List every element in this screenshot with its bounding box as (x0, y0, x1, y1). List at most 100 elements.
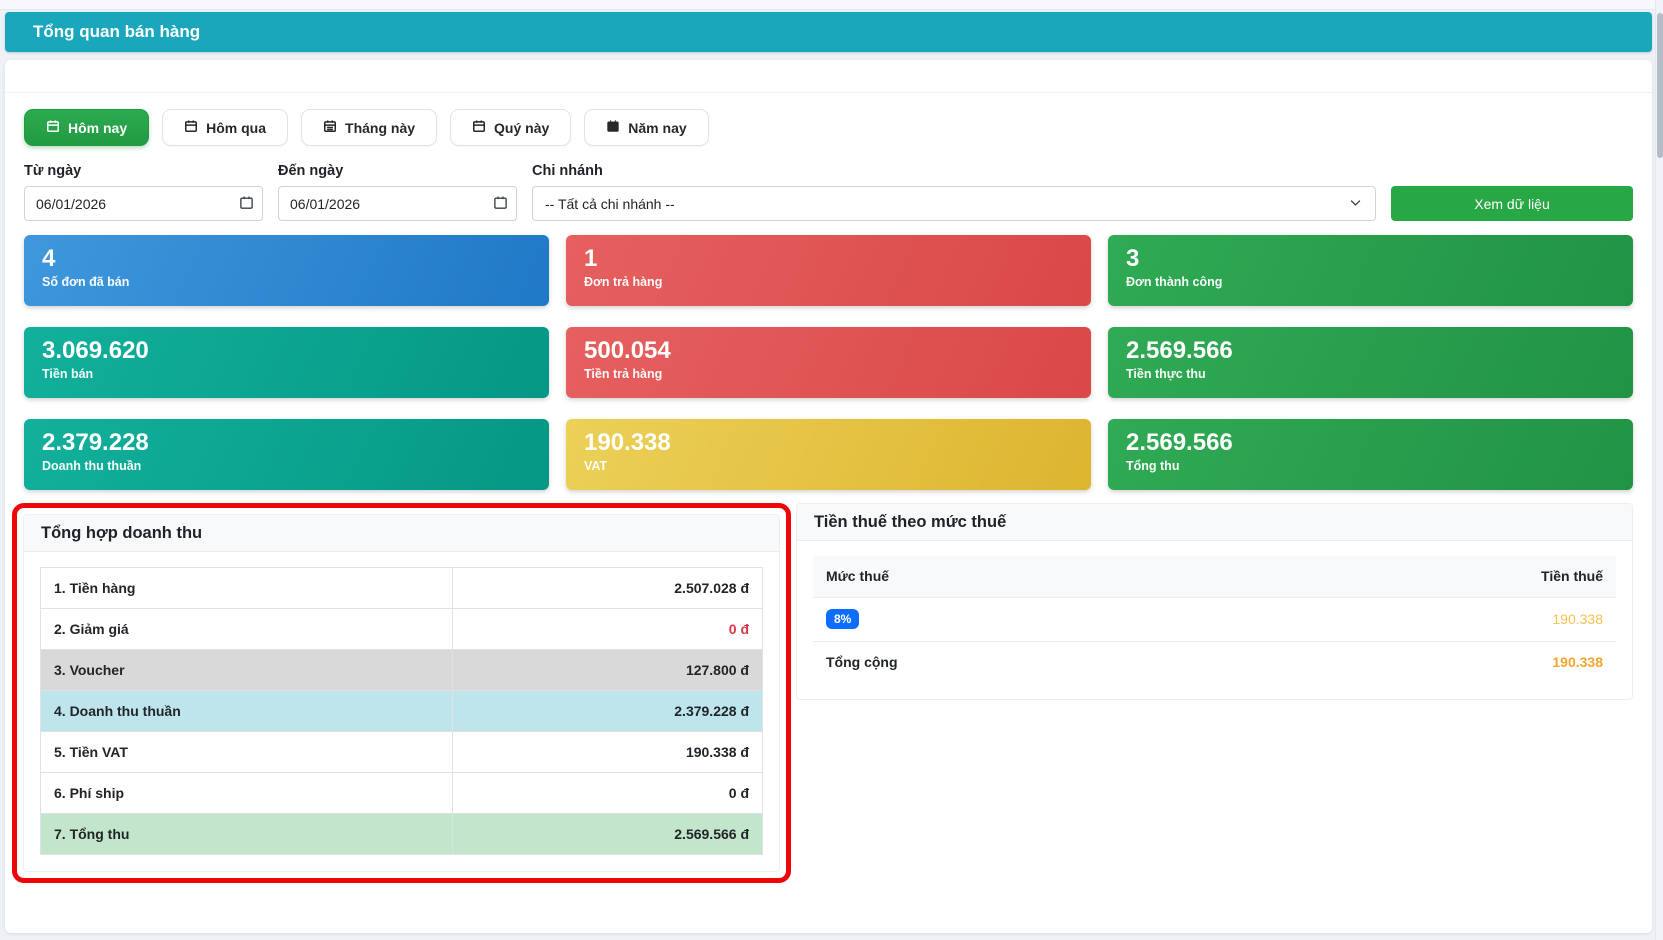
stat-card-tien-tra-hang: 500.054 Tiền trả hàng (566, 327, 1091, 398)
to-date-field (278, 186, 517, 221)
stat-card-vat: 190.338 VAT (566, 419, 1091, 490)
stat-value: 3.069.620 (42, 337, 149, 364)
stat-value: 2.569.566 (1126, 429, 1233, 456)
tax-rate-cell: 8% (813, 597, 1236, 642)
row-value: 2.379.228 đ (451, 690, 764, 732)
branch-label: Chi nhánh (532, 163, 603, 179)
stat-card-don-thanh-cong: 3 Đơn thành công (1108, 235, 1633, 306)
row-label: 3. Voucher (40, 649, 453, 691)
column-header: Tiền thuế (1235, 556, 1616, 598)
row-value: 0 đ (451, 608, 764, 650)
stat-card-tien-thuc-thu: 2.569.566 Tiền thực thu (1108, 327, 1633, 398)
stat-label: Tiền bán (42, 367, 94, 381)
tax-table: Mức thuế Tiền thuế 8% 190.338 Tổng cộng (813, 556, 1616, 683)
stat-value: 4 (42, 245, 56, 272)
table-row: 7. Tổng thu 2.569.566 đ (40, 813, 764, 855)
scrollbar-thumb[interactable] (1657, 13, 1663, 158)
stat-card-tong-thu: 2.569.566 Tổng thu (1108, 419, 1633, 490)
stat-card-tien-ban: 3.069.620 Tiền bán (24, 327, 549, 398)
tax-total-label: Tổng cộng (826, 654, 898, 671)
stat-value: 2.379.228 (42, 429, 149, 456)
stat-value: 3 (1126, 245, 1140, 272)
tax-total-row: Tổng cộng 190.338 (813, 641, 1616, 683)
stat-label: Tiền trả hàng (584, 367, 663, 381)
from-date-input[interactable] (24, 186, 263, 221)
scrollbar[interactable] (1655, 0, 1663, 940)
revenue-summary-header: Tổng hợp doanh thu (24, 515, 779, 552)
view-data-button[interactable]: Xem dữ liệu (1391, 186, 1633, 221)
row-value: 2.507.028 đ (451, 567, 764, 609)
from-date-field (24, 186, 263, 221)
stat-value: 1 (584, 245, 598, 272)
tax-panel-header: Tiền thuế theo mức thuế (797, 504, 1632, 541)
stat-value: 2.569.566 (1126, 337, 1233, 364)
stat-label: Đơn thành công (1126, 275, 1223, 289)
revenue-summary-title: Tổng hợp doanh thu (41, 523, 203, 542)
main-card: Hôm nay Hôm qua Tháng này Quý này Năm na… (5, 60, 1652, 933)
row-value: 190.338 đ (451, 731, 764, 773)
table-row: 4. Doanh thu thuần 2.379.228 đ (40, 690, 764, 732)
stat-label: Doanh thu thuần (42, 459, 142, 473)
calendar-picker-icon[interactable] (493, 195, 508, 215)
calendar-icon (606, 119, 620, 136)
card-top-strip (5, 60, 1652, 93)
stat-label: Tổng thu (1126, 459, 1180, 473)
page-title-bar: Tổng quan bán hàng (5, 12, 1652, 52)
tax-panel-body: Mức thuế Tiền thuế 8% 190.338 Tổng cộng (797, 541, 1632, 699)
quick-filter-hom-qua[interactable]: Hôm qua (162, 109, 289, 146)
quick-filter-nam-nay[interactable]: Năm nay (584, 109, 709, 146)
tax-panel: Tiền thuế theo mức thuế Mức thuế Tiền th… (796, 503, 1633, 700)
row-label: 4. Doanh thu thuần (40, 690, 453, 732)
row-label: 2. Giảm giá (40, 608, 453, 650)
table-row: 5. Tiền VAT 190.338 đ (40, 731, 764, 773)
table-row: 3. Voucher 127.800 đ (40, 649, 764, 691)
calendar-icon (184, 119, 198, 136)
calendar-icon (323, 119, 337, 136)
table-row: 8% 190.338 (813, 597, 1616, 642)
bottom-row: Tổng hợp doanh thu 1. Tiền hàng 2.507.02… (12, 503, 1633, 883)
row-label: 1. Tiền hàng (40, 567, 453, 609)
revenue-summary-table: 1. Tiền hàng 2.507.028 đ 2. Giảm giá 0 đ… (40, 567, 764, 855)
row-value: 0 đ (451, 772, 764, 814)
quick-filter-row: Hôm nay Hôm qua Tháng này Quý này Năm na… (24, 109, 1633, 146)
tax-rate-badge: 8% (826, 609, 860, 629)
quick-filter-label: Hôm qua (206, 119, 267, 136)
tax-total-amount: 190.338 (1552, 654, 1603, 671)
quick-filter-hom-nay[interactable]: Hôm nay (24, 109, 150, 146)
row-label: 7. Tổng thu (40, 813, 453, 855)
branch-select-value: -- Tất cả chi nhánh -- (545, 195, 675, 212)
row-label: 5. Tiền VAT (40, 731, 453, 773)
stat-card-don-tra-hang: 1 Đơn trả hàng (566, 235, 1091, 306)
stat-label: VAT (584, 459, 608, 473)
table-row: 1. Tiền hàng 2.507.028 đ (40, 567, 764, 609)
annotation-red-box: Tổng hợp doanh thu 1. Tiền hàng 2.507.02… (12, 503, 791, 883)
quick-filter-label: Tháng này (345, 119, 416, 136)
branch-select[interactable]: -- Tất cả chi nhánh -- (532, 186, 1376, 221)
stat-cards-grid: 4 Số đơn đã bán 1 Đơn trả hàng 3 Đơn thà… (24, 235, 1633, 490)
row-value: 2.569.566 đ (451, 813, 764, 855)
stat-card-doanh-thu-thuan: 2.379.228 Doanh thu thuần (24, 419, 549, 490)
chevron-down-icon (1348, 195, 1363, 213)
calendar-icon (472, 119, 486, 136)
page-title: Tổng quan bán hàng (33, 22, 201, 41)
stat-value: 500.054 (584, 337, 671, 364)
stat-label: Số đơn đã bán (42, 275, 130, 289)
row-label: 6. Phí ship (40, 772, 453, 814)
column-header: Mức thuế (813, 556, 1236, 598)
calendar-picker-icon[interactable] (239, 195, 254, 215)
tax-table-header-row: Mức thuế Tiền thuế (813, 556, 1616, 598)
stat-card-so-don-da-ban: 4 Số đơn đã bán (24, 235, 549, 306)
quick-filter-thang-nay[interactable]: Tháng này (301, 109, 438, 146)
browser-top-strip (0, 0, 1663, 10)
from-date-label: Từ ngày (24, 163, 82, 179)
calendar-icon (46, 119, 60, 136)
tax-amount-cell: 190.338 (1235, 597, 1616, 642)
to-date-input[interactable] (278, 186, 517, 221)
stat-value: 190.338 (584, 429, 671, 456)
quick-filter-quy-nay[interactable]: Quý này (450, 109, 572, 146)
quick-filter-label: Quý này (494, 119, 550, 136)
table-row: 6. Phí ship 0 đ (40, 772, 764, 814)
filter-grid: Từ ngày Đến ngày Chi nhánh -- Tất cả chi… (24, 163, 1633, 221)
quick-filter-label: Năm nay (628, 119, 687, 136)
table-row: 2. Giảm giá 0 đ (40, 608, 764, 650)
